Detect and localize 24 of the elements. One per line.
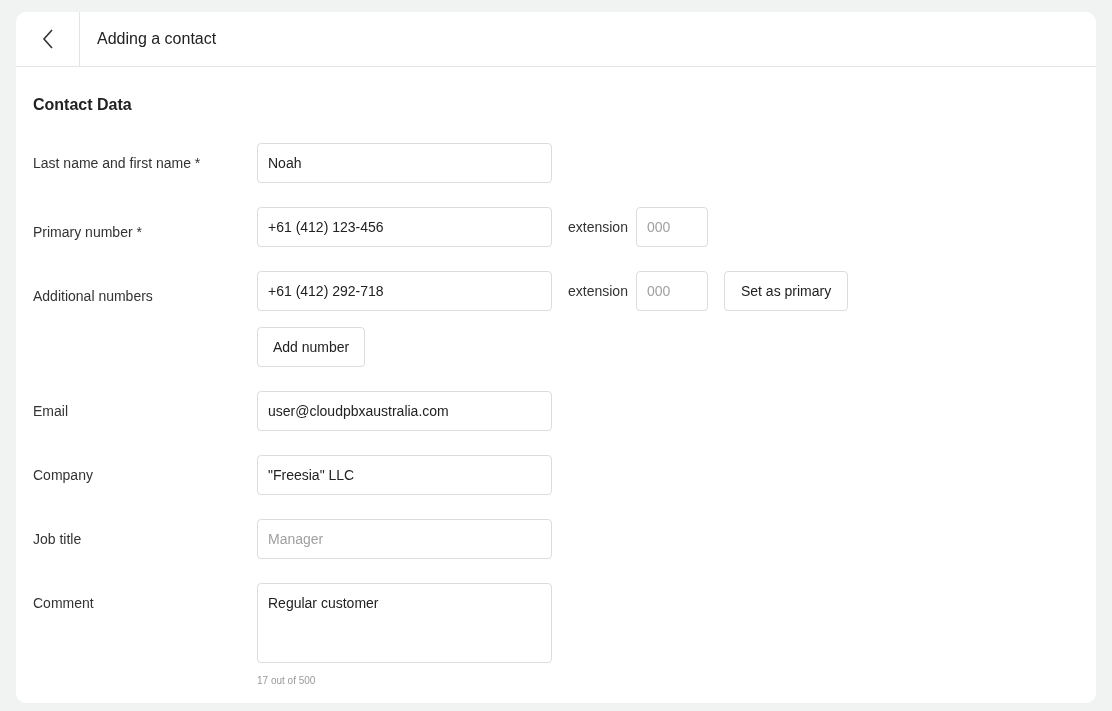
- field-label: Comment: [33, 594, 94, 613]
- page-title: Adding a contact: [97, 29, 217, 49]
- extension-label: extension: [568, 281, 628, 301]
- text-field[interactable]: user@cloudpbxaustralia.com: [257, 391, 552, 431]
- field-label: Company: [33, 466, 93, 485]
- extension-label: extension: [568, 217, 628, 237]
- text-field[interactable]: Noah: [257, 143, 552, 183]
- comment-field[interactable]: Regular customer: [257, 583, 552, 663]
- field-label: Primary number *: [33, 222, 142, 242]
- phone-field[interactable]: +61 (412) 123-456: [257, 207, 552, 247]
- text-field[interactable]: Manager: [257, 519, 552, 559]
- field-label: Additional numbers: [33, 286, 153, 306]
- character-counter: 17 out of 500: [257, 674, 317, 688]
- add-number-button[interactable]: Add number: [257, 327, 366, 367]
- back-icon: [41, 29, 54, 49]
- field-label: Email: [33, 402, 68, 421]
- extension-field[interactable]: 000: [635, 207, 708, 247]
- field-label: Last name and first name *: [33, 154, 201, 173]
- field-label: Job title: [33, 530, 82, 549]
- phone-field[interactable]: +61 (412) 292-718: [257, 271, 552, 311]
- extension-field[interactable]: 000: [635, 271, 708, 311]
- section-title: Contact Data: [33, 95, 133, 115]
- text-field[interactable]: "Freesia" LLC: [257, 455, 552, 495]
- set-primary-button[interactable]: Set as primary: [723, 271, 849, 311]
